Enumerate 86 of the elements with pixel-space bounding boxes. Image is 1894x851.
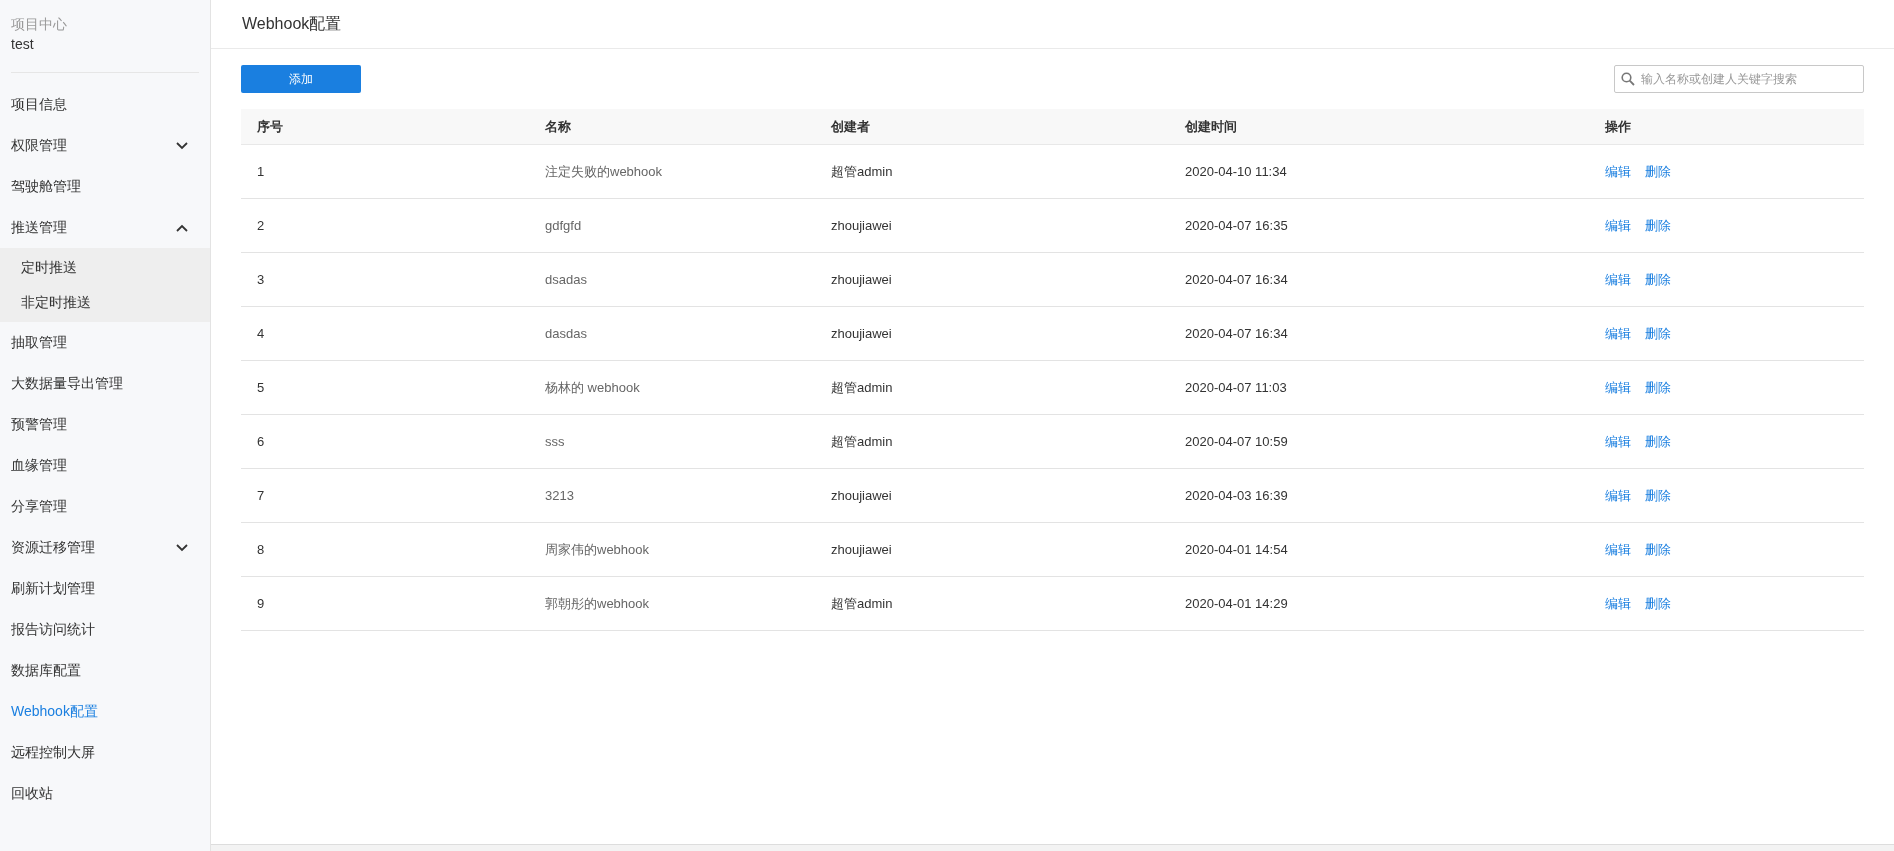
- search-icon: [1621, 72, 1635, 86]
- table-cell-text: 2: [256, 216, 266, 235]
- table-cell-text: 9: [256, 594, 266, 613]
- table-cell-text: 2020-04-03 16:39: [1184, 486, 1289, 505]
- sidebar-item[interactable]: 抽取管理: [0, 322, 210, 363]
- edit-link[interactable]: 编辑: [1605, 539, 1631, 560]
- table-cell-text: dsadas: [544, 270, 588, 289]
- sidebar-item[interactable]: 分享管理: [0, 486, 210, 527]
- edit-link[interactable]: 编辑: [1605, 377, 1631, 398]
- sidebar-subitem[interactable]: 非定时推送: [0, 285, 210, 320]
- table-cell-text: 2020-04-01 14:29: [1184, 594, 1289, 613]
- sidebar-item[interactable]: Webhook配置: [0, 691, 210, 732]
- delete-link[interactable]: 删除: [1645, 485, 1671, 506]
- chevron-up-icon: [176, 223, 188, 232]
- sidebar-item[interactable]: 预警管理: [0, 404, 210, 445]
- table-cell-text: 周家伟的webhook: [544, 540, 651, 559]
- delete-link[interactable]: 删除: [1645, 269, 1671, 290]
- table-cell-text: zhoujiawei: [830, 216, 893, 235]
- table-cell-text: zhoujiawei: [830, 486, 893, 505]
- add-button[interactable]: 添加: [241, 65, 361, 93]
- delete-link[interactable]: 删除: [1645, 161, 1671, 182]
- sidebar-item[interactable]: 资源迁移管理: [0, 527, 210, 568]
- table-cell-text: 3: [256, 270, 266, 289]
- sidebar-subitem[interactable]: 定时推送: [0, 250, 210, 285]
- sidebar-item[interactable]: 大数据量导出管理: [0, 363, 210, 404]
- sidebar-item[interactable]: 回收站: [0, 773, 210, 814]
- edit-link[interactable]: 编辑: [1605, 215, 1631, 236]
- sidebar-item[interactable]: 推送管理: [0, 207, 210, 248]
- table-cell-text: 杨林的 webhook: [544, 378, 641, 397]
- table-cell-text: zhoujiawei: [830, 270, 893, 289]
- project-name: test: [11, 35, 35, 54]
- table-cell-text: 1: [256, 162, 266, 181]
- edit-link[interactable]: 编辑: [1605, 593, 1631, 614]
- table-cell-text: sss: [544, 432, 566, 451]
- table-cell-text: 2020-04-07 16:35: [1184, 216, 1289, 235]
- delete-link[interactable]: 删除: [1645, 323, 1671, 344]
- table-cell-text: 7: [256, 486, 266, 505]
- table-cell-text: 超管admin: [830, 162, 894, 181]
- table-cell-text: 3213: [544, 486, 575, 505]
- table-cell-text: 2020-04-07 16:34: [1184, 324, 1289, 343]
- table-cell-text: 4: [256, 324, 266, 343]
- chevron-down-icon: [176, 141, 188, 150]
- table-cell-text: 超管admin: [830, 432, 894, 451]
- table-cell-text: dasdas: [544, 324, 588, 343]
- delete-link[interactable]: 删除: [1645, 377, 1671, 398]
- delete-link[interactable]: 删除: [1645, 215, 1671, 236]
- table-cell-text: 郭朝彤的webhook: [544, 594, 651, 613]
- table-cell-text: 2020-04-07 11:03: [1184, 378, 1288, 397]
- sidebar-item[interactable]: 刷新计划管理: [0, 568, 210, 609]
- table-cell-text: zhoujiawei: [830, 324, 893, 343]
- table-cell-text: gdfgfd: [544, 216, 583, 235]
- table-cell-text: 2020-04-07 10:59: [1184, 432, 1289, 451]
- table-cell-text: zhoujiawei: [830, 540, 893, 559]
- sidebar-item[interactable]: 项目信息: [0, 84, 210, 125]
- column-header: 操作: [1604, 117, 1632, 136]
- sidebar-item[interactable]: 报告访问统计: [0, 609, 210, 650]
- table-cell-text: 2020-04-07 16:34: [1184, 270, 1289, 289]
- edit-link[interactable]: 编辑: [1605, 485, 1631, 506]
- edit-link[interactable]: 编辑: [1605, 269, 1631, 290]
- search-field[interactable]: 输入名称或创建人关键字搜索: [1614, 65, 1864, 93]
- page-title: Webhook配置: [242, 14, 342, 34]
- table-cell-text: 5: [256, 378, 266, 397]
- table-cell-text: 超管admin: [830, 378, 894, 397]
- chevron-down-icon: [176, 543, 188, 552]
- sidebar-item[interactable]: 血缘管理: [0, 445, 210, 486]
- sidebar-item[interactable]: 驾驶舱管理: [0, 166, 210, 207]
- column-header: 创建时间: [1184, 117, 1238, 136]
- sidebar-item[interactable]: 权限管理: [0, 125, 210, 166]
- table-cell-text: 注定失败的webhook: [544, 162, 664, 181]
- column-header: 序号: [256, 117, 284, 136]
- table-cell-text: 2020-04-01 14:54: [1184, 540, 1289, 559]
- column-header: 创建者: [830, 117, 871, 136]
- delete-link[interactable]: 删除: [1645, 593, 1671, 614]
- table-cell-text: 6: [256, 432, 266, 451]
- project-label: 项目中心: [11, 15, 68, 34]
- delete-link[interactable]: 删除: [1645, 431, 1671, 452]
- edit-link[interactable]: 编辑: [1605, 323, 1631, 344]
- sidebar-item[interactable]: 远程控制大屏: [0, 732, 210, 773]
- table-cell-text: 超管admin: [830, 594, 894, 613]
- edit-link[interactable]: 编辑: [1605, 161, 1631, 182]
- table-cell-text: 8: [256, 540, 266, 559]
- table-cell-text: 2020-04-10 11:34: [1184, 162, 1288, 181]
- sidebar-item[interactable]: 数据库配置: [0, 650, 210, 691]
- delete-link[interactable]: 删除: [1645, 539, 1671, 560]
- edit-link[interactable]: 编辑: [1605, 431, 1631, 452]
- column-header: 名称: [544, 117, 572, 136]
